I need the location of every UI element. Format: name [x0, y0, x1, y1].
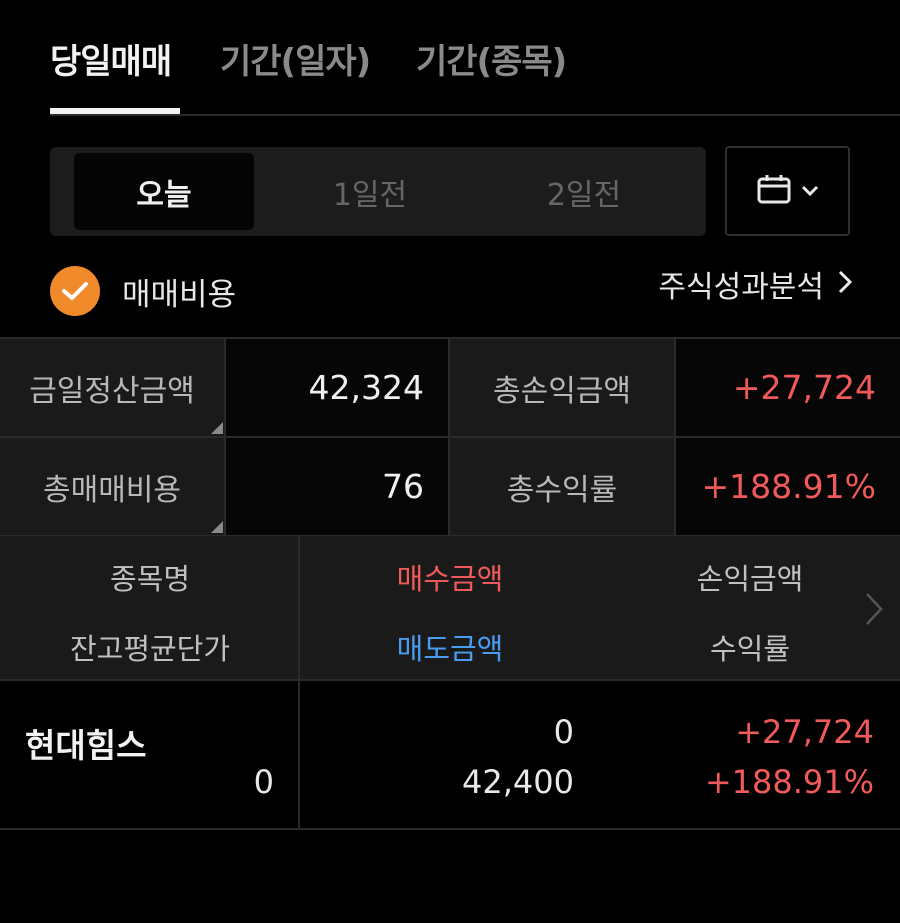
header-pnl-amount: 손익금액 [696, 562, 804, 596]
total-pnl-label: 총손익금액 [450, 339, 674, 436]
summary-col-divider [674, 339, 676, 536]
stock-name: 현대힘스 [25, 726, 147, 765]
pnl-amount-value: +27,724 [735, 713, 874, 751]
avg-price-value: 0 [253, 763, 274, 801]
total-pnl-value: +27,724 [676, 339, 900, 436]
header-avg-price: 잔고평균단가 [69, 632, 231, 666]
tab-period-by-stock[interactable]: 기간(종목) [416, 34, 567, 83]
header-stock-name: 종목명 [109, 562, 191, 596]
corner-marker-icon [211, 521, 223, 533]
calendar-icon [757, 174, 791, 208]
stock-performance-analysis-link[interactable]: 주식성과분석 [658, 262, 853, 306]
list-header-divider [298, 536, 300, 679]
active-tab-indicator [50, 108, 180, 114]
day-option-today[interactable]: 오늘 [74, 153, 254, 230]
calendar-button[interactable] [725, 146, 850, 236]
tab-period-by-date[interactable]: 기간(일자) [220, 34, 371, 83]
sell-amount-value: 42,400 [462, 763, 574, 801]
chevron-down-icon [801, 182, 819, 201]
summary-row-divider [0, 436, 900, 438]
row-divider [298, 681, 300, 828]
total-fee-value: 76 [226, 438, 448, 535]
settlement-amount-label: 금일정산금액 [0, 339, 224, 436]
trading-fee-label: 매매비용 [122, 276, 237, 313]
chevron-right-icon[interactable] [864, 592, 884, 630]
return-rate-value: +188.91% [704, 763, 874, 801]
header-sell-amount: 매도금액 [396, 632, 504, 666]
buy-amount-value: 0 [553, 713, 574, 751]
corner-marker-icon [211, 422, 223, 434]
table-row[interactable]: 현대힘스 0 0 42,400 +27,724 +188.91% [0, 681, 900, 830]
trading-fee-option[interactable]: 매매비용 [50, 266, 236, 316]
summary-col-divider [448, 339, 450, 536]
analysis-link-label: 주식성과분석 [658, 270, 824, 305]
total-return-value: +188.91% [676, 438, 900, 535]
day-option-2-days-ago[interactable]: 2일전 [494, 153, 674, 230]
period-tabs: 당일매매 기간(일자) 기간(종목) [50, 0, 900, 116]
summary-grid: 금일정산금액 42,324 총손익금액 +27,724 총매매비용 76 총수익… [0, 337, 900, 536]
header-buy-amount: 매수금액 [396, 562, 504, 596]
stock-list-header: 종목명 잔고평균단가 매수금액 매도금액 손익금액 수익률 [0, 536, 900, 681]
total-return-label: 총수익률 [450, 438, 674, 535]
day-selector: 오늘 1일전 2일전 [50, 147, 706, 236]
chevron-right-icon [838, 267, 853, 302]
checkbox-checked-icon[interactable] [50, 266, 100, 316]
day-option-1-day-ago[interactable]: 1일전 [280, 153, 460, 230]
header-return-rate: 수익률 [709, 632, 791, 666]
tab-today-trades[interactable]: 당일매매 [50, 34, 172, 83]
settlement-amount-value: 42,324 [226, 339, 448, 436]
summary-col-divider [224, 339, 226, 536]
total-fee-label: 총매매비용 [0, 438, 224, 535]
